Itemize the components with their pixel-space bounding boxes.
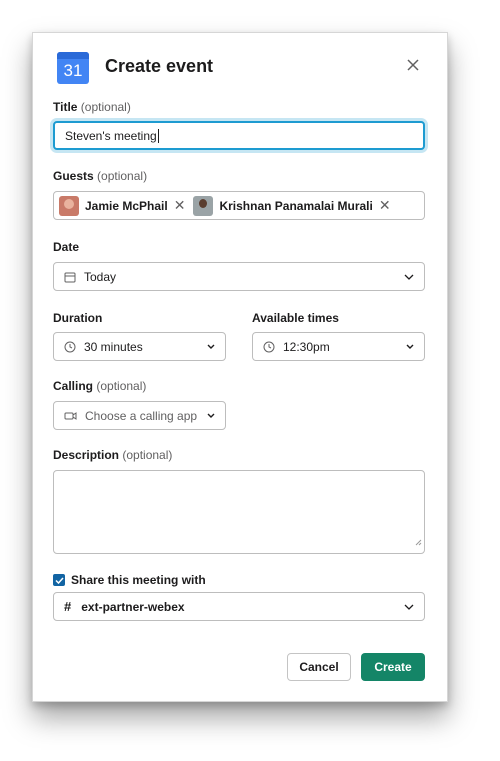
chevron-down-icon	[207, 344, 215, 349]
dialog-title: Create event	[105, 56, 214, 76]
available-times-select[interactable]: 12:30pm	[252, 332, 425, 361]
avatar	[193, 195, 214, 216]
calling-label-text: Calling	[53, 379, 94, 393]
chevron-down-icon	[404, 274, 414, 280]
title-label-text: Title	[53, 100, 78, 114]
google-calendar-icon: 31	[57, 52, 89, 84]
chevron-down-icon	[404, 604, 414, 610]
remove-guest-icon[interactable]: ✕	[379, 197, 391, 214]
share-label: Share this meeting with	[71, 573, 206, 587]
clock-icon	[64, 341, 76, 353]
title-optional-text: (optional)	[80, 100, 131, 114]
share-channel-select[interactable]: # ext-partner-webex	[53, 592, 425, 621]
text-caret	[157, 128, 159, 143]
title-input[interactable]: Steven's meeting	[53, 121, 425, 150]
description-label: Description (optional)	[53, 447, 172, 463]
dialog-header: 31 Create event	[33, 33, 447, 97]
create-button[interactable]: Create	[361, 653, 425, 681]
duration-select[interactable]: 30 minutes	[53, 332, 226, 361]
calling-optional-text: (optional)	[96, 379, 147, 393]
avatar	[59, 195, 79, 216]
date-label-text: Date	[53, 240, 80, 254]
chevron-down-icon	[406, 344, 414, 349]
available-time-value: 12:30pm	[283, 339, 330, 354]
duration-label: Duration	[53, 310, 102, 326]
guests-label: Guests (optional)	[53, 168, 147, 184]
guest-chip: Jamie McPhail ✕	[59, 195, 186, 216]
description-label-text: Description	[53, 448, 120, 462]
chevron-down-icon	[207, 413, 215, 418]
checkmark-icon	[54, 576, 64, 584]
resize-handle-icon[interactable]	[415, 533, 422, 551]
available-times-label: Available times	[252, 310, 339, 326]
channel-name: ext-partner-webex	[81, 599, 185, 614]
calling-app-select[interactable]: Choose a calling app	[53, 401, 226, 430]
remove-guest-icon[interactable]: ✕	[174, 197, 186, 214]
close-button[interactable]	[401, 53, 425, 77]
title-label: Title (optional)	[53, 99, 131, 115]
clock-icon	[263, 341, 275, 353]
cancel-button[interactable]: Cancel	[287, 653, 351, 681]
calendar-icon	[64, 271, 76, 283]
guests-optional-text: (optional)	[97, 169, 148, 183]
calling-label: Calling (optional)	[53, 378, 146, 394]
channel-hash-icon: #	[64, 599, 72, 614]
create-event-dialog: 31 Create event Title (optional) Steven'…	[32, 32, 448, 702]
share-checkbox-row[interactable]: Share this meeting with	[53, 573, 206, 587]
guest-chip: Krishnan Panamalai Murali ✕	[193, 195, 391, 216]
title-input-value: Steven's meeting	[65, 128, 157, 143]
video-camera-icon	[64, 411, 77, 421]
date-label: Date	[53, 239, 79, 255]
calendar-day-number: 31	[63, 61, 83, 80]
share-checkbox[interactable]	[53, 574, 65, 586]
guest-name: Jamie McPhail	[85, 198, 168, 213]
description-optional-text: (optional)	[122, 448, 173, 462]
date-select[interactable]: Today	[53, 262, 425, 291]
duration-value: 30 minutes	[84, 339, 143, 354]
close-icon	[407, 59, 419, 71]
calling-app-placeholder: Choose a calling app	[85, 408, 198, 423]
guests-input[interactable]: Jamie McPhail ✕ Krishnan Panamalai Mural…	[53, 191, 425, 220]
description-textarea[interactable]	[53, 470, 425, 554]
available-times-label-text: Available times	[252, 311, 339, 325]
duration-label-text: Duration	[53, 311, 103, 325]
date-value: Today	[84, 269, 117, 284]
guests-label-text: Guests	[53, 169, 94, 183]
guest-name: Krishnan Panamalai Murali	[219, 198, 373, 213]
